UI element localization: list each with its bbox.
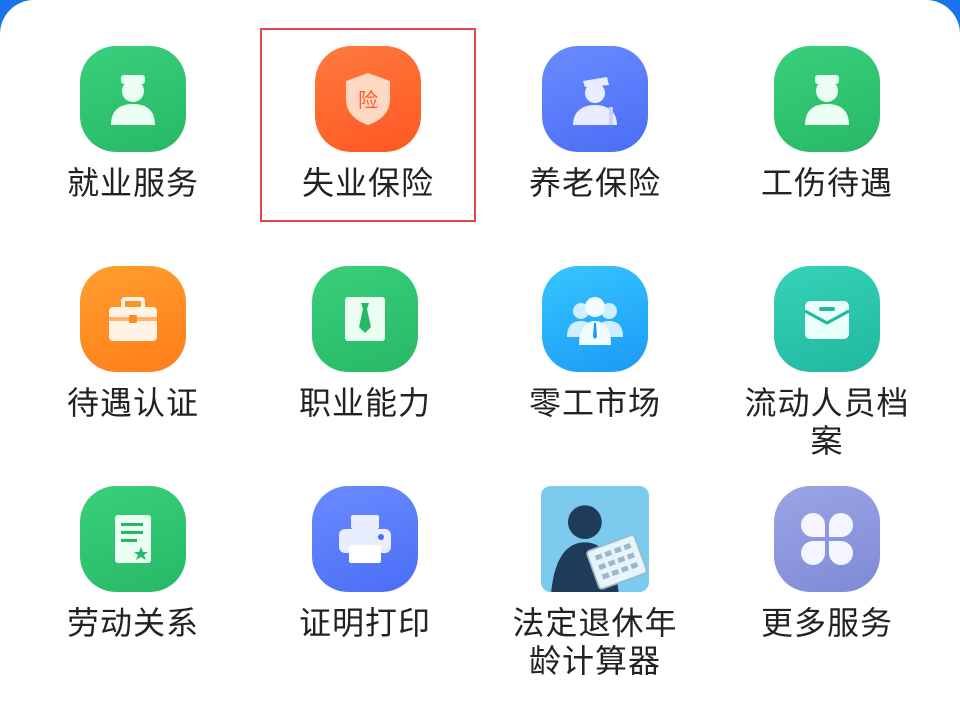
printer-icon [312, 486, 418, 592]
people-group-icon [542, 266, 648, 372]
service-label: 流动人员档案 [744, 384, 910, 460]
service-label: 失业保险 [301, 164, 434, 202]
service-grid: 就业服务 险 失业保险 养老保险 工伤待遇 待遇认证 职业能力 零工市场 流动人… [0, 0, 960, 692]
contract-icon [80, 486, 186, 592]
service-label: 劳动关系 [66, 604, 199, 642]
insurance-shield-icon: 险 [315, 46, 421, 152]
service-label: 工伤待遇 [760, 164, 893, 202]
service-label: 待遇认证 [66, 384, 199, 422]
service-label: 零工市场 [528, 384, 661, 422]
service-employment[interactable]: 就业服务 [18, 30, 248, 240]
folder-icon [774, 266, 880, 372]
service-work-injury[interactable]: 工伤待遇 [712, 30, 942, 240]
service-more[interactable]: 更多服务 [712, 470, 942, 680]
person-icon [774, 46, 880, 152]
person-icon [80, 46, 186, 152]
shield-text: 险 [358, 88, 378, 112]
service-labor-relations[interactable]: 劳动关系 [18, 470, 248, 680]
briefcase-icon [80, 266, 186, 372]
service-benefit-certification[interactable]: 待遇认证 [18, 250, 248, 460]
elderly-person-icon [542, 46, 648, 152]
service-label: 职业能力 [298, 384, 431, 422]
service-certificate-print[interactable]: 证明打印 [250, 470, 480, 680]
service-unemployment-insurance[interactable]: 险 失业保险 [260, 28, 476, 222]
tie-certificate-icon [312, 266, 418, 372]
service-retirement-age-calculator[interactable]: 法定退休年龄计算器 [480, 470, 710, 680]
service-vocational-ability[interactable]: 职业能力 [250, 250, 480, 460]
service-floating-personnel-archives[interactable]: 流动人员档案 [712, 250, 942, 460]
service-label: 证明打印 [298, 604, 431, 642]
service-label: 养老保险 [528, 164, 661, 202]
service-label: 法定退休年龄计算器 [512, 604, 678, 680]
service-label: 更多服务 [760, 604, 893, 642]
service-pension-insurance[interactable]: 养老保险 [480, 30, 710, 240]
grid-more-icon [774, 486, 880, 592]
calculator-photo-icon [541, 486, 649, 592]
service-label: 就业服务 [66, 164, 199, 202]
service-gig-market[interactable]: 零工市场 [480, 250, 710, 460]
